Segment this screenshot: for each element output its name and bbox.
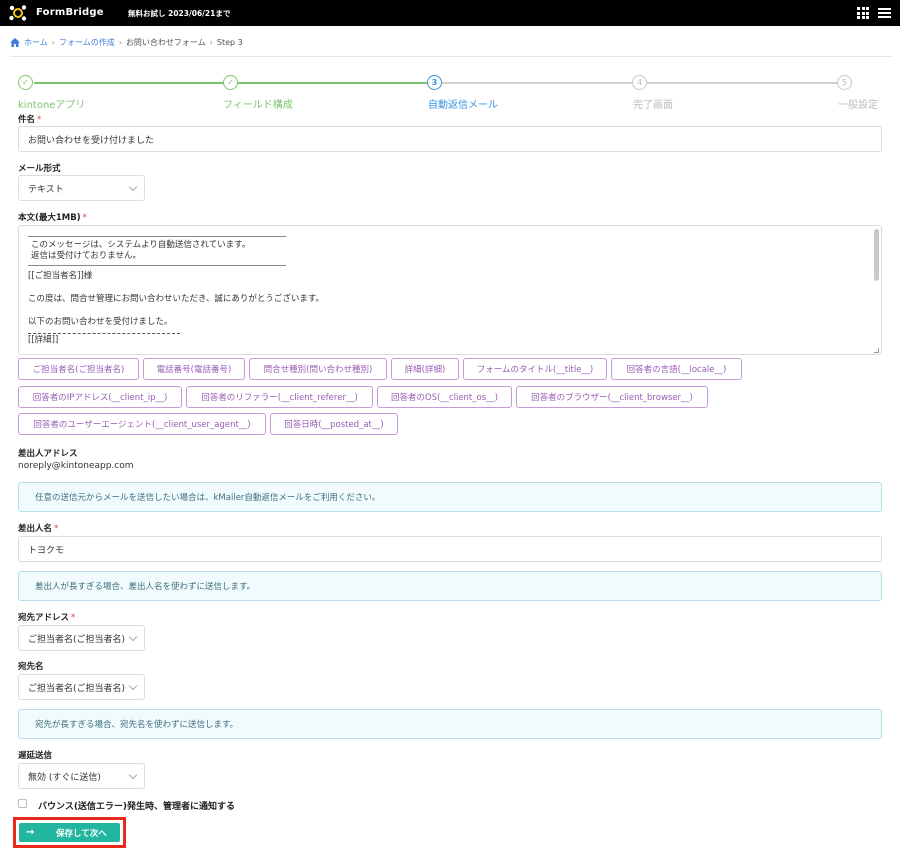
body-label: 本文(最大1MB) * [18, 211, 87, 223]
progress-stepper: ✓ ✓ 3 4 5 kintoneアプリ フィールド構成 自動返信メール 完了画… [0, 72, 900, 112]
insert-field-chip[interactable]: 詳細(詳細) [391, 358, 459, 380]
insert-field-chip[interactable]: 回答者のIPアドレス(__client_ip__) [18, 386, 182, 408]
chevron-down-icon [128, 632, 138, 641]
chevron-down-icon [128, 681, 138, 690]
insert-field-chip[interactable]: フォームのタイトル(__title__) [463, 358, 607, 380]
step-2-check-icon: ✓ [223, 75, 238, 90]
delay-select[interactable]: 無効 (すぐに送信) [18, 763, 145, 789]
insert-field-chip[interactable]: ご担当者名(ご担当者名) [18, 358, 139, 380]
textarea-scrollbar[interactable] [874, 229, 879, 281]
body-rule [28, 265, 286, 266]
insert-field-chip[interactable]: 回答者のリファラー(__client_referer__) [186, 386, 373, 408]
step-connector [647, 82, 838, 84]
sender-name-value: トヨクモ [28, 545, 65, 556]
to-name-select[interactable]: ご担当者名(ご担当者名) [18, 674, 145, 700]
chevron-down-icon [128, 770, 138, 779]
to-name-value: ご担当者名(ご担当者名) [28, 683, 126, 694]
chevron-down-icon [128, 182, 138, 191]
step-connector [238, 82, 428, 84]
sender-address-value: noreply@kintoneapp.com [18, 461, 134, 471]
step-3-label[interactable]: 自動返信メール [428, 96, 498, 111]
step-connector [34, 82, 224, 84]
required-mark: * [54, 524, 59, 534]
home-icon[interactable] [10, 38, 20, 47]
resize-handle-icon[interactable] [874, 348, 879, 353]
apps-grid-icon[interactable] [857, 7, 869, 19]
breadcrumb: ホーム › フォームの作成 › お問い合わせフォーム › Step 3 [10, 37, 243, 48]
body-line: [[詳細]] [28, 335, 59, 345]
insert-field-chip[interactable]: 回答日時(__posted_at__) [270, 413, 398, 435]
delay-label: 遅延送信 [18, 751, 53, 761]
body-gap [28, 306, 868, 316]
mail-format-label: メール形式 [18, 164, 61, 174]
step-1-check-icon: ✓ [18, 75, 33, 90]
to-name-label: 宛先名 [18, 662, 44, 672]
body-rule [28, 236, 286, 237]
insert-field-chip[interactable]: 電話番号(電話番号) [143, 358, 245, 380]
body-content: このメッセージは、システムより自動送信されています。 返信は受付けておりません。… [28, 234, 868, 347]
step-connector [442, 82, 633, 84]
to-address-label: 宛先アドレス * [18, 611, 75, 623]
trial-notice: 無料お試し 2023/06/21まで [128, 9, 231, 18]
subject-value: お問い合わせを受け付けました [28, 135, 155, 146]
subject-label-text: 件名 [18, 115, 36, 125]
breadcrumb-create-link[interactable]: フォームの作成 [59, 37, 115, 48]
body-line: [[ご担当者名]]様 [28, 271, 93, 281]
required-mark: * [82, 213, 87, 223]
sender-name-label-text: 差出人名 [18, 524, 53, 534]
save-next-button[interactable]: → 保存して次へ [19, 823, 120, 842]
insert-field-chip[interactable]: 回答者のユーザーエージェント(__client_user_agent__) [18, 413, 266, 435]
to-address-select[interactable]: ご担当者名(ご担当者名) [18, 625, 145, 651]
delay-value: 無効 (すぐに送信) [28, 772, 101, 783]
subject-label: 件名 * [18, 113, 41, 125]
breadcrumb-step: Step 3 [216, 38, 243, 47]
insert-field-chip[interactable]: 回答者のブラウザー(__client_browser__) [516, 386, 708, 408]
required-mark: * [37, 115, 42, 125]
step-3-number: 3 [427, 75, 442, 90]
top-bar: FormBridge 無料お試し 2023/06/21まで [0, 0, 900, 26]
step-2-label[interactable]: フィールド構成 [223, 96, 293, 111]
step-5-number: 5 [837, 75, 852, 90]
to-address-label-text: 宛先アドレス [18, 613, 70, 623]
step-4-number: 4 [632, 75, 647, 90]
insert-field-chip[interactable]: 回答者の言語(__locale__) [611, 358, 742, 380]
required-mark: * [71, 613, 76, 623]
to-name-info: 宛先が長すぎる場合、宛先名を使わずに送信します。 [18, 709, 882, 739]
save-button-highlight: → 保存して次へ [13, 817, 126, 848]
breadcrumb-separator: › [118, 38, 122, 47]
sender-address-info: 任意の送信元からメールを送信したい場合は、kMailer自動返信メールをご利用く… [18, 482, 882, 512]
arrow-right-icon: → [26, 827, 35, 838]
sender-name-input[interactable]: トヨクモ [18, 536, 882, 562]
body-line: この度は、問合せ管理にお問い合わせいただき、誠にありがとうございます。 [28, 294, 325, 304]
save-next-label: 保存して次へ [56, 828, 107, 839]
step-1-label[interactable]: kintoneアプリ [18, 96, 85, 111]
breadcrumb-home-link[interactable]: ホーム [24, 37, 48, 48]
breadcrumb-separator: › [51, 38, 55, 47]
bounce-notify-checkbox[interactable] [18, 799, 27, 808]
breadcrumb-separator: › [209, 38, 213, 47]
bounce-notify-label[interactable]: バウンス(送信エラー)発生時、管理者に通知する [38, 799, 235, 812]
sender-name-info: 差出人が長すぎる場合、差出人名を使わずに送信します。 [18, 571, 882, 601]
mail-format-value: テキスト [28, 184, 64, 195]
formbridge-logo-icon[interactable] [8, 4, 28, 22]
breadcrumb-divider [10, 56, 892, 57]
subject-input[interactable]: お問い合わせを受け付けました [18, 126, 882, 152]
sender-address-label: 差出人アドレス [18, 449, 78, 459]
insert-field-chip[interactable]: 問合せ種別(問い合わせ種別) [249, 358, 387, 380]
body-label-text: 本文(最大1MB) [18, 213, 81, 223]
hamburger-menu-icon[interactable] [878, 8, 891, 18]
brand-name[interactable]: FormBridge [36, 7, 104, 18]
body-textarea[interactable]: このメッセージは、システムより自動送信されています。 返信は受付けておりません。… [18, 225, 882, 355]
mail-format-select[interactable]: テキスト [18, 175, 145, 201]
to-address-value: ご担当者名(ご担当者名) [28, 634, 126, 645]
body-line: 以下のお問い合わせを受付けました。 [28, 317, 173, 327]
step-4-label[interactable]: 完了画面 [633, 96, 673, 111]
breadcrumb-form-name: お問い合わせフォーム [125, 38, 206, 47]
sender-name-label: 差出人名 * [18, 522, 58, 534]
insert-field-chip[interactable]: 回答者のOS(__client_os__) [377, 386, 512, 408]
body-gap [28, 283, 868, 293]
step-5-label[interactable]: 一般設定 [838, 96, 878, 111]
